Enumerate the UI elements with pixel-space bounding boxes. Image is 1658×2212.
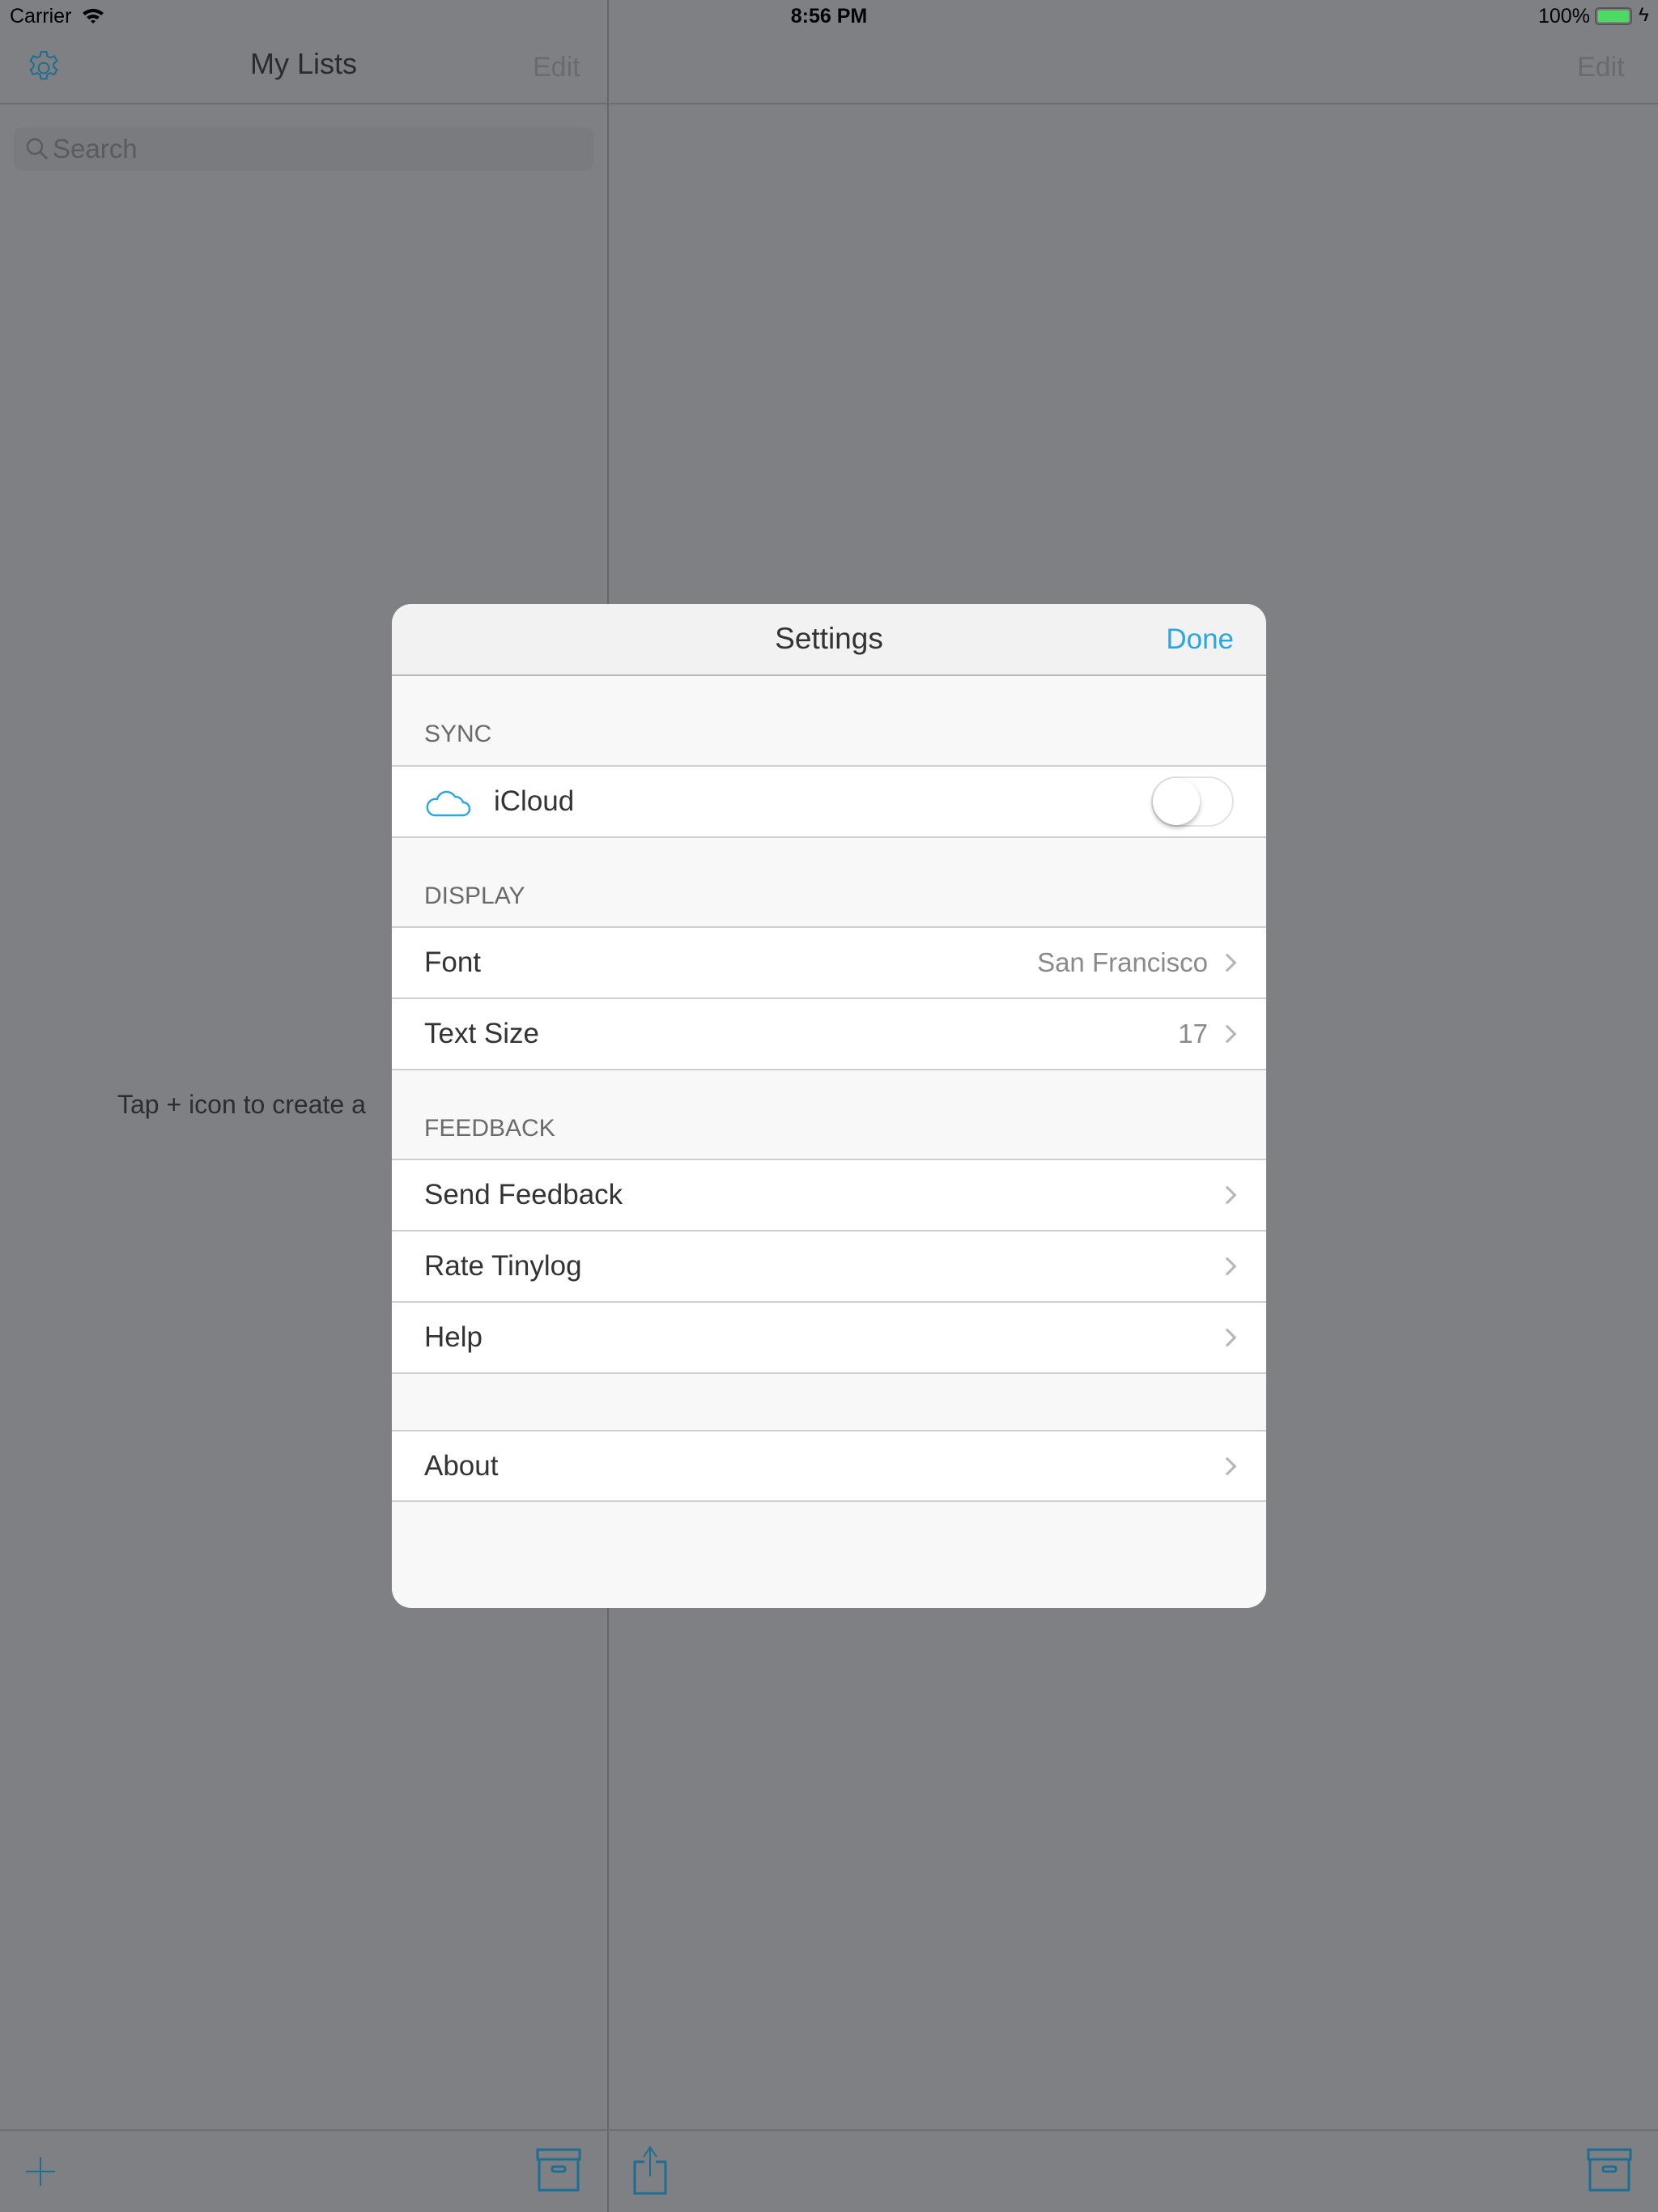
charging-icon: ϟ	[1639, 4, 1649, 26]
done-button[interactable]: Done	[1166, 623, 1234, 656]
search-placeholder: Search	[53, 134, 138, 164]
section-header-sync: SYNC	[424, 721, 492, 747]
time-label: 8:56 PM	[790, 5, 868, 28]
status-bar: Carrier 8:56 PM 100% ϟ	[0, 0, 1658, 32]
add-list-icon[interactable]	[24, 2155, 57, 2188]
about-row[interactable]: About	[392, 1430, 1266, 1501]
font-row[interactable]: Font San Francisco	[392, 926, 1266, 998]
separator	[392, 836, 1266, 838]
icloud-row: iCloud	[392, 765, 1266, 836]
help-label: Help	[424, 1321, 483, 1353]
share-icon[interactable]	[631, 2146, 669, 2196]
chevron-right-icon	[1218, 1185, 1237, 1205]
detail-edit-button[interactable]: Edit	[1577, 52, 1625, 83]
font-value: San Francisco	[1037, 947, 1208, 977]
battery-icon	[1595, 7, 1632, 25]
settings-modal: Settings Done SYNC iCloud DISPLAY Font S…	[392, 604, 1266, 1608]
rate-app-label: Rate Tinylog	[424, 1250, 582, 1282]
rate-app-row[interactable]: Rate Tinylog	[392, 1230, 1266, 1301]
chevron-right-icon	[1218, 1024, 1237, 1044]
detail-archive-icon[interactable]	[1585, 2147, 1634, 2193]
cloud-icon	[426, 790, 471, 817]
chevron-right-icon	[1218, 1328, 1237, 1347]
send-feedback-row[interactable]: Send Feedback	[392, 1159, 1266, 1230]
chevron-right-icon	[1218, 953, 1237, 972]
icloud-label: iCloud	[494, 785, 575, 817]
toggle-knob	[1153, 778, 1200, 825]
settings-header: Settings Done	[392, 604, 1266, 676]
sidebar-edit-button[interactable]: Edit	[533, 52, 580, 83]
chevron-right-icon	[1218, 1457, 1237, 1476]
nav-divider	[0, 103, 1658, 104]
separator	[392, 1372, 1266, 1374]
battery-percent: 100%	[1538, 5, 1590, 28]
chevron-right-icon	[1218, 1257, 1237, 1276]
section-header-feedback: FEEDBACK	[424, 1115, 555, 1142]
search-icon	[26, 138, 48, 160]
toolbar-divider	[0, 2129, 1658, 2131]
help-row[interactable]: Help	[392, 1301, 1266, 1372]
icloud-toggle[interactable]	[1151, 776, 1234, 827]
settings-title: Settings	[775, 622, 883, 655]
section-header-display: DISPLAY	[424, 883, 525, 909]
send-feedback-label: Send Feedback	[424, 1179, 623, 1210]
separator	[392, 1500, 1266, 1502]
separator	[392, 1069, 1266, 1070]
text-size-label: Text Size	[424, 1018, 539, 1049]
sidebar-title: My Lists	[249, 47, 357, 80]
search-input[interactable]: Search	[14, 127, 593, 171]
text-size-value: 17	[1178, 1019, 1208, 1049]
archive-icon[interactable]	[534, 2147, 583, 2193]
text-size-row[interactable]: Text Size 17	[392, 998, 1266, 1069]
about-label: About	[424, 1450, 499, 1482]
font-label: Font	[424, 946, 482, 978]
empty-state-text: Tap + icon to create a	[117, 1090, 366, 1119]
